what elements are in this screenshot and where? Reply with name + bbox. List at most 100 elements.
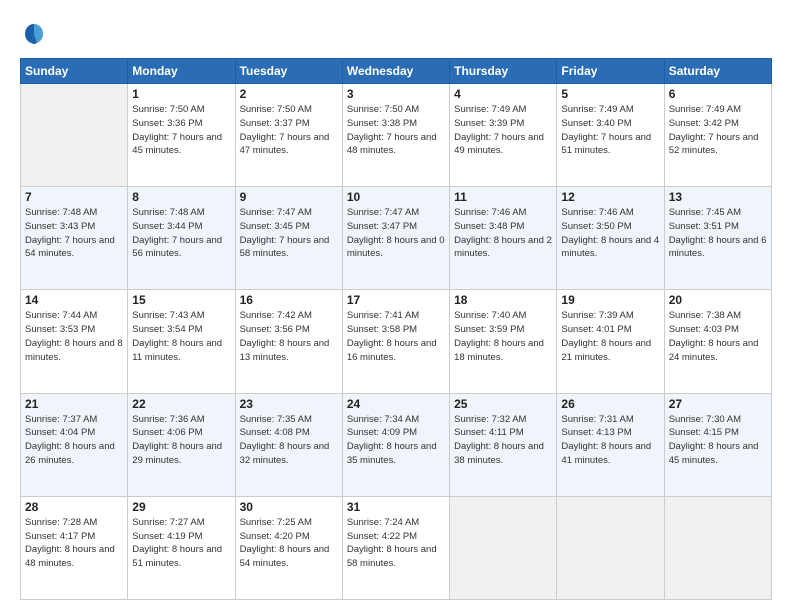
day-info: Sunrise: 7:43 AMSunset: 3:54 PMDaylight:… bbox=[132, 309, 230, 364]
calendar-cell: 16 Sunrise: 7:42 AMSunset: 3:56 PMDayligh… bbox=[235, 290, 342, 393]
calendar-cell: 13 Sunrise: 7:45 AMSunset: 3:51 PMDayligh… bbox=[664, 187, 771, 290]
day-info: Sunrise: 7:50 AMSunset: 3:37 PMDaylight:… bbox=[240, 103, 338, 158]
calendar-header-saturday: Saturday bbox=[664, 59, 771, 84]
calendar-cell: 28Sunrise: 7:28 AMSunset: 4:17 PMDayligh… bbox=[21, 496, 128, 599]
calendar-cell: 15 Sunrise: 7:43 AMSunset: 3:54 PMDayligh… bbox=[128, 290, 235, 393]
calendar-cell: 8 Sunrise: 7:48 AMSunset: 3:44 PMDaylight… bbox=[128, 187, 235, 290]
day-info: Sunrise: 7:47 AMSunset: 3:45 PMDaylight:… bbox=[240, 206, 338, 261]
day-info: Sunrise: 7:47 AMSunset: 3:47 PMDaylight:… bbox=[347, 206, 445, 261]
day-number: 4 bbox=[454, 87, 552, 101]
day-info: Sunrise: 7:49 AMSunset: 3:39 PMDaylight:… bbox=[454, 103, 552, 158]
day-number: 6 bbox=[669, 87, 767, 101]
day-info: Sunrise: 7:41 AMSunset: 3:58 PMDaylight:… bbox=[347, 309, 445, 364]
day-number: 16 bbox=[240, 293, 338, 307]
day-info: Sunrise: 7:46 AMSunset: 3:50 PMDaylight:… bbox=[561, 206, 659, 261]
day-number: 25 bbox=[454, 397, 552, 411]
day-number: 15 bbox=[132, 293, 230, 307]
day-number: 2 bbox=[240, 87, 338, 101]
calendar-cell: 24 Sunrise: 7:34 AMSunset: 4:09 PMDayligh… bbox=[342, 393, 449, 496]
day-number: 3 bbox=[347, 87, 445, 101]
page: SundayMondayTuesdayWednesdayThursdayFrid… bbox=[0, 0, 792, 612]
day-number: 10 bbox=[347, 190, 445, 204]
calendar-cell: 14 Sunrise: 7:44 AMSunset: 3:53 PMDayligh… bbox=[21, 290, 128, 393]
day-number: 13 bbox=[669, 190, 767, 204]
calendar-cell: 12 Sunrise: 7:46 AMSunset: 3:50 PMDayligh… bbox=[557, 187, 664, 290]
calendar-cell: 26 Sunrise: 7:31 AMSunset: 4:13 PMDayligh… bbox=[557, 393, 664, 496]
day-info: Sunrise: 7:48 AMSunset: 3:44 PMDaylight:… bbox=[132, 206, 230, 261]
day-info: Sunrise: 7:38 AMSunset: 4:03 PMDaylight:… bbox=[669, 309, 767, 364]
day-number: 9 bbox=[240, 190, 338, 204]
logo bbox=[20, 20, 52, 48]
day-number: 7 bbox=[25, 190, 123, 204]
day-info: Sunrise: 7:35 AMSunset: 4:08 PMDaylight:… bbox=[240, 413, 338, 468]
day-info: Sunrise: 7:34 AMSunset: 4:09 PMDaylight:… bbox=[347, 413, 445, 468]
day-info: Sunrise: 7:39 AMSunset: 4:01 PMDaylight:… bbox=[561, 309, 659, 364]
day-number: 28 bbox=[25, 500, 123, 514]
calendar-cell bbox=[21, 84, 128, 187]
day-info: Sunrise: 7:46 AMSunset: 3:48 PMDaylight:… bbox=[454, 206, 552, 261]
day-info: Sunrise: 7:27 AMSunset: 4:19 PMDaylight:… bbox=[132, 516, 230, 571]
calendar-cell: 5 Sunrise: 7:49 AMSunset: 3:40 PMDaylight… bbox=[557, 84, 664, 187]
day-info: Sunrise: 7:25 AMSunset: 4:20 PMDaylight:… bbox=[240, 516, 338, 571]
calendar-cell: 2 Sunrise: 7:50 AMSunset: 3:37 PMDaylight… bbox=[235, 84, 342, 187]
day-number: 21 bbox=[25, 397, 123, 411]
calendar-cell: 22Sunrise: 7:36 AMSunset: 4:06 PMDayligh… bbox=[128, 393, 235, 496]
calendar-cell: 21Sunrise: 7:37 AMSunset: 4:04 PMDayligh… bbox=[21, 393, 128, 496]
calendar-header-friday: Friday bbox=[557, 59, 664, 84]
calendar-cell bbox=[557, 496, 664, 599]
day-number: 12 bbox=[561, 190, 659, 204]
day-number: 11 bbox=[454, 190, 552, 204]
calendar-cell: 23 Sunrise: 7:35 AMSunset: 4:08 PMDayligh… bbox=[235, 393, 342, 496]
calendar-header-row: SundayMondayTuesdayWednesdayThursdayFrid… bbox=[21, 59, 772, 84]
calendar-cell: 27 Sunrise: 7:30 AMSunset: 4:15 PMDayligh… bbox=[664, 393, 771, 496]
day-number: 14 bbox=[25, 293, 123, 307]
day-info: Sunrise: 7:31 AMSunset: 4:13 PMDaylight:… bbox=[561, 413, 659, 468]
day-number: 8 bbox=[132, 190, 230, 204]
day-info: Sunrise: 7:42 AMSunset: 3:56 PMDaylight:… bbox=[240, 309, 338, 364]
day-number: 31 bbox=[347, 500, 445, 514]
day-info: Sunrise: 7:50 AMSunset: 3:38 PMDaylight:… bbox=[347, 103, 445, 158]
calendar-header-sunday: Sunday bbox=[21, 59, 128, 84]
calendar-cell: 17 Sunrise: 7:41 AMSunset: 3:58 PMDayligh… bbox=[342, 290, 449, 393]
day-info: Sunrise: 7:50 AMSunset: 3:36 PMDaylight:… bbox=[132, 103, 230, 158]
day-number: 30 bbox=[240, 500, 338, 514]
calendar-cell: 11 Sunrise: 7:46 AMSunset: 3:48 PMDayligh… bbox=[450, 187, 557, 290]
calendar-cell: 7Sunrise: 7:48 AMSunset: 3:43 PMDaylight… bbox=[21, 187, 128, 290]
calendar-cell: 10 Sunrise: 7:47 AMSunset: 3:47 PMDayligh… bbox=[342, 187, 449, 290]
day-number: 29 bbox=[132, 500, 230, 514]
day-info: Sunrise: 7:44 AMSunset: 3:53 PMDaylight:… bbox=[25, 309, 123, 364]
day-info: Sunrise: 7:30 AMSunset: 4:15 PMDaylight:… bbox=[669, 413, 767, 468]
day-info: Sunrise: 7:32 AMSunset: 4:11 PMDaylight:… bbox=[454, 413, 552, 468]
calendar-cell bbox=[450, 496, 557, 599]
day-number: 17 bbox=[347, 293, 445, 307]
day-number: 27 bbox=[669, 397, 767, 411]
calendar-cell: 19 Sunrise: 7:39 AMSunset: 4:01 PMDayligh… bbox=[557, 290, 664, 393]
day-number: 23 bbox=[240, 397, 338, 411]
logo-icon bbox=[20, 20, 48, 48]
calendar-cell: 1Sunrise: 7:50 AMSunset: 3:36 PMDaylight… bbox=[128, 84, 235, 187]
day-info: Sunrise: 7:49 AMSunset: 3:40 PMDaylight:… bbox=[561, 103, 659, 158]
day-number: 18 bbox=[454, 293, 552, 307]
day-number: 20 bbox=[669, 293, 767, 307]
calendar-header-tuesday: Tuesday bbox=[235, 59, 342, 84]
day-number: 19 bbox=[561, 293, 659, 307]
day-number: 26 bbox=[561, 397, 659, 411]
calendar-cell: 3 Sunrise: 7:50 AMSunset: 3:38 PMDaylight… bbox=[342, 84, 449, 187]
calendar-cell: 18Sunrise: 7:40 AMSunset: 3:59 PMDayligh… bbox=[450, 290, 557, 393]
calendar-cell: 25 Sunrise: 7:32 AMSunset: 4:11 PMDayligh… bbox=[450, 393, 557, 496]
calendar-table: SundayMondayTuesdayWednesdayThursdayFrid… bbox=[20, 58, 772, 600]
calendar-header-monday: Monday bbox=[128, 59, 235, 84]
calendar-week-row: 7Sunrise: 7:48 AMSunset: 3:43 PMDaylight… bbox=[21, 187, 772, 290]
day-info: Sunrise: 7:36 AMSunset: 4:06 PMDaylight:… bbox=[132, 413, 230, 468]
day-info: Sunrise: 7:45 AMSunset: 3:51 PMDaylight:… bbox=[669, 206, 767, 261]
day-number: 5 bbox=[561, 87, 659, 101]
calendar-header-thursday: Thursday bbox=[450, 59, 557, 84]
calendar-week-row: 28Sunrise: 7:28 AMSunset: 4:17 PMDayligh… bbox=[21, 496, 772, 599]
day-number: 24 bbox=[347, 397, 445, 411]
calendar-week-row: 21Sunrise: 7:37 AMSunset: 4:04 PMDayligh… bbox=[21, 393, 772, 496]
calendar-cell bbox=[664, 496, 771, 599]
calendar-cell: 30 Sunrise: 7:25 AMSunset: 4:20 PMDayligh… bbox=[235, 496, 342, 599]
calendar-header-wednesday: Wednesday bbox=[342, 59, 449, 84]
header bbox=[20, 16, 772, 48]
calendar-cell: 29 Sunrise: 7:27 AMSunset: 4:19 PMDayligh… bbox=[128, 496, 235, 599]
